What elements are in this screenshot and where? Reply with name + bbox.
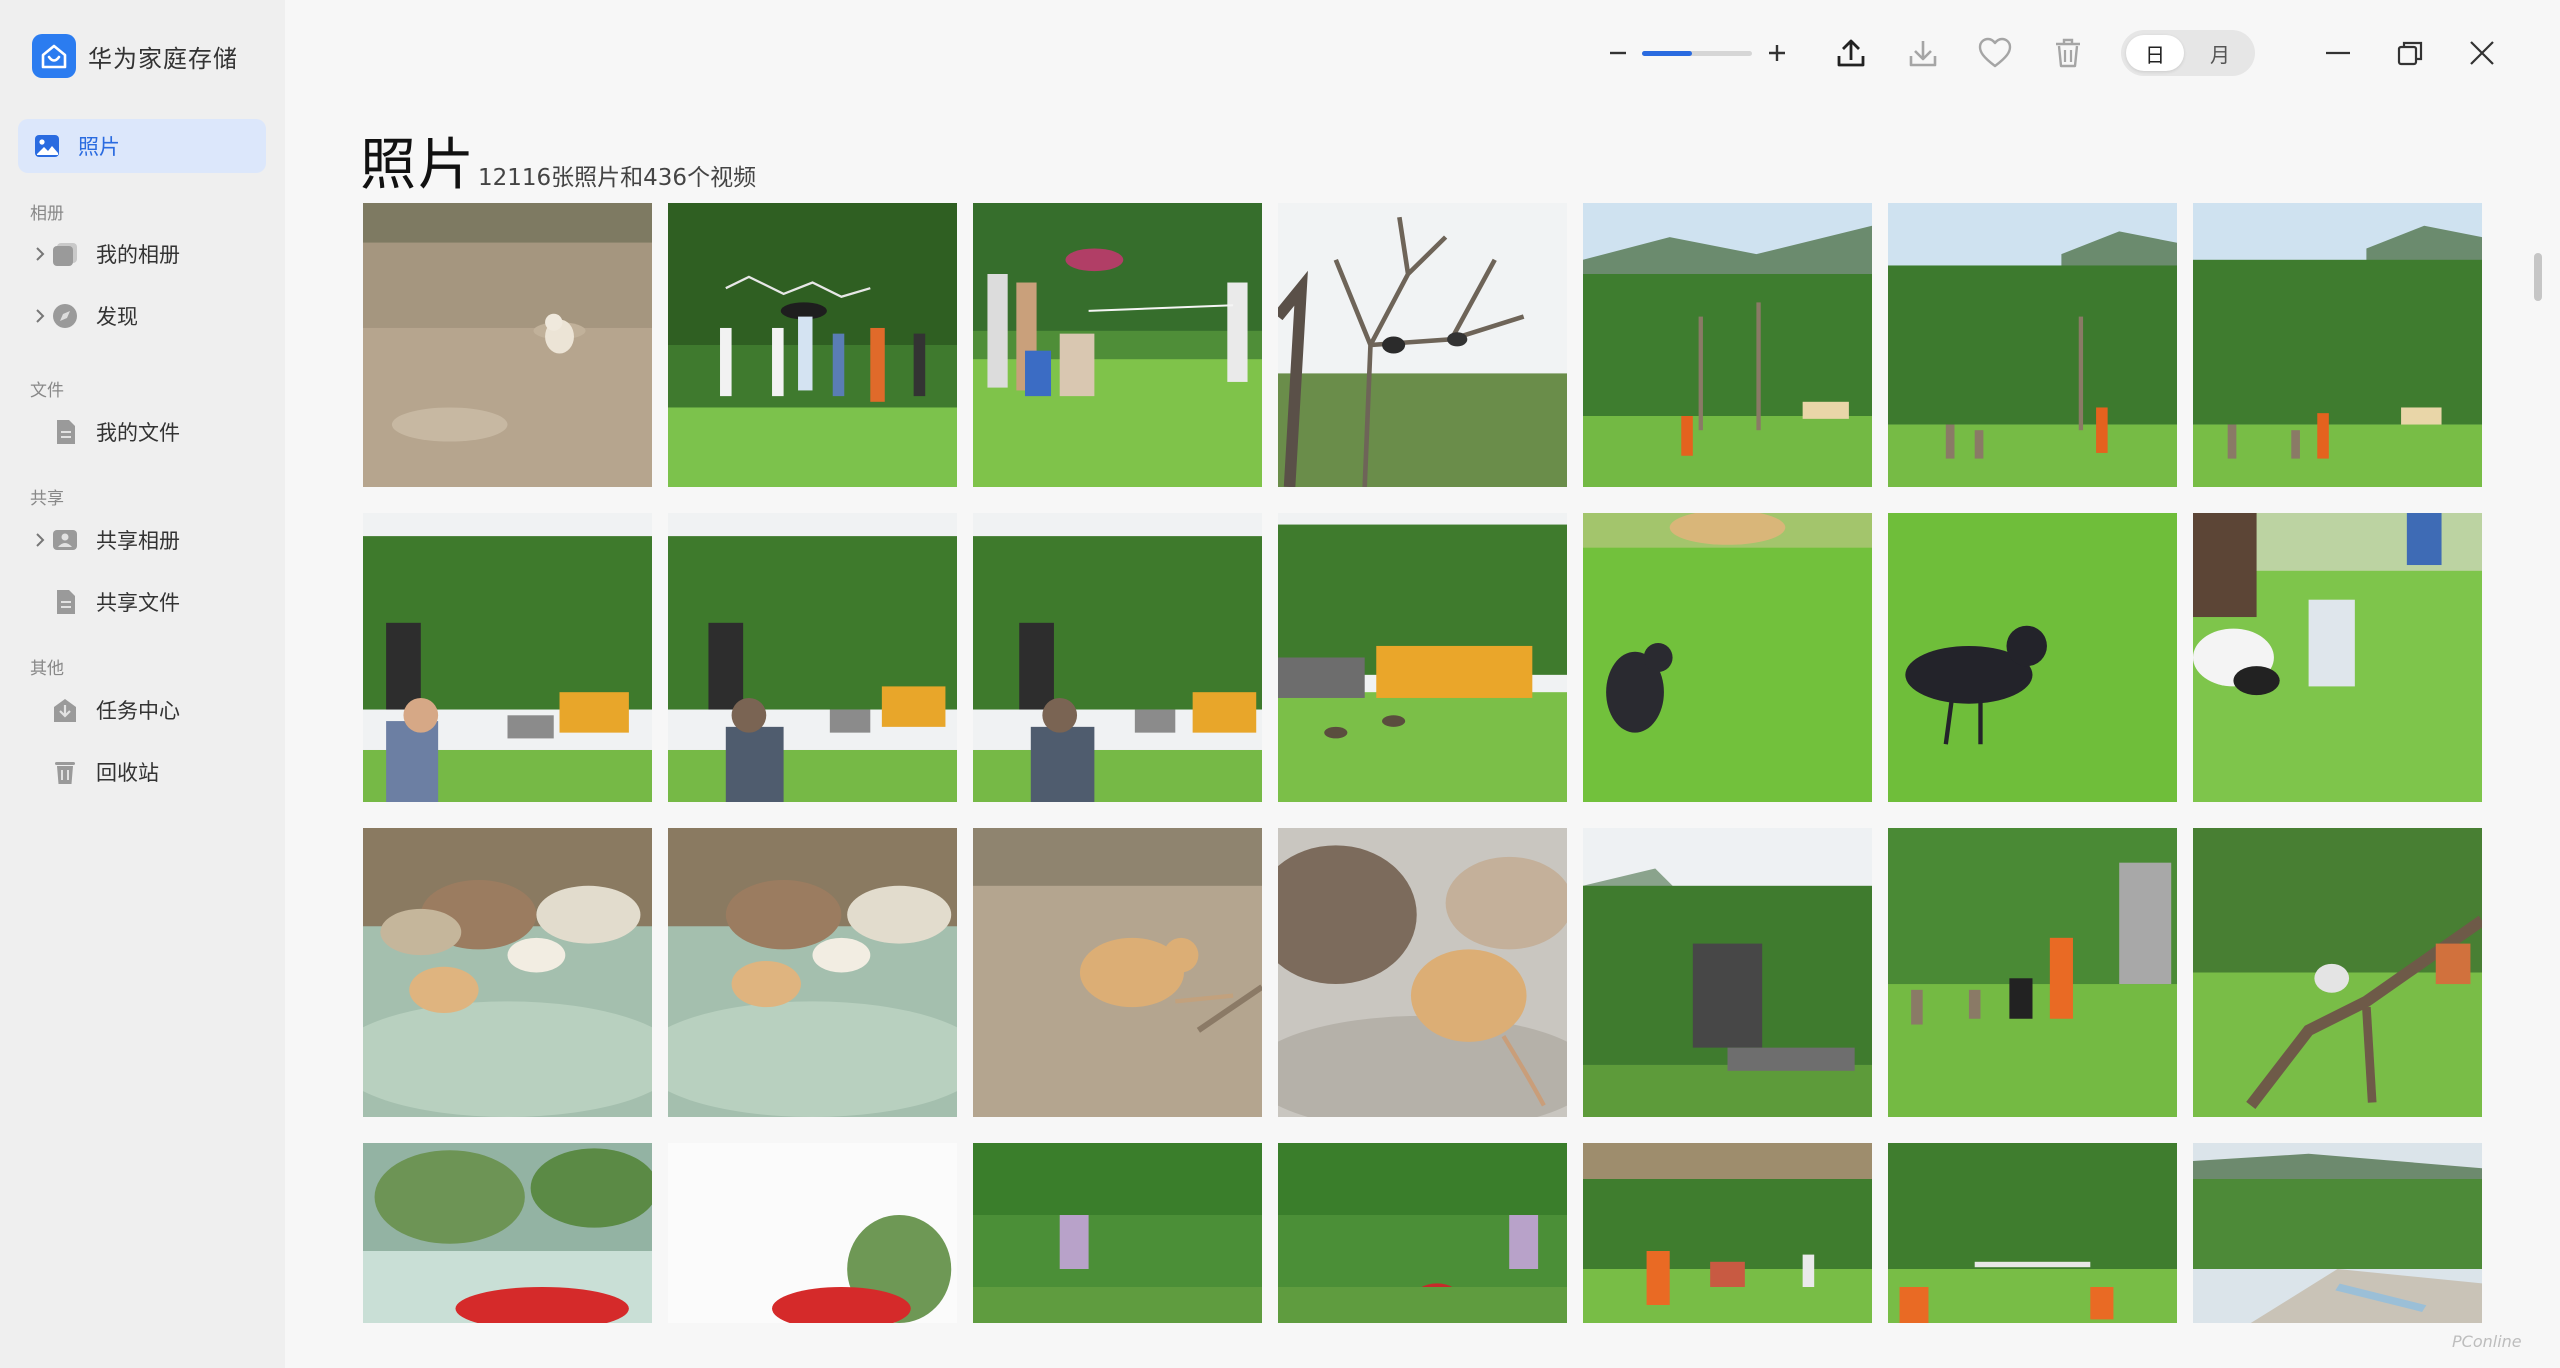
album-icon: [50, 239, 80, 269]
sidebar-item-label: 回收站: [96, 761, 159, 785]
photo-thumbnail[interactable]: [1888, 513, 2177, 802]
view-toggle-month[interactable]: 月: [2191, 35, 2249, 71]
sidebar-item-label: 共享相册: [96, 529, 180, 553]
sidebar-item-recycle-bin[interactable]: 回收站: [18, 745, 266, 799]
photo-thumbnail[interactable]: [2193, 1143, 2482, 1323]
delete-icon: [2056, 38, 2080, 68]
sidebar-item-label: 我的文件: [96, 421, 180, 445]
photo-thumbnail[interactable]: [973, 828, 1262, 1117]
chevron-right-icon[interactable]: [30, 306, 50, 326]
photo-thumbnail[interactable]: [1278, 828, 1567, 1117]
app-name: 华为家庭存储: [88, 44, 238, 73]
photo-thumbnail[interactable]: [363, 513, 652, 802]
zoom-in-button[interactable]: [1757, 33, 1797, 73]
photo-thumbnail[interactable]: [973, 203, 1262, 487]
view-toggle-day[interactable]: 日: [2126, 35, 2184, 71]
download-button[interactable]: [1903, 33, 1943, 73]
photo-thumbnail[interactable]: [1888, 1143, 2177, 1323]
upload-icon: [1837, 39, 1865, 67]
favorite-icon: [1978, 37, 2012, 68]
sidebar-item-my-albums[interactable]: 我的相册: [18, 227, 266, 281]
restore-button[interactable]: [2390, 33, 2430, 73]
sidebar-item-label: 我的相册: [96, 243, 180, 267]
plus-icon: [1769, 45, 1785, 61]
sidebar-item-label: 发现: [96, 305, 138, 329]
page-title: 照片: [360, 133, 476, 198]
chevron-right-icon[interactable]: [30, 530, 50, 550]
sidebar-item-photos[interactable]: 照片: [18, 119, 266, 173]
zoom-out-button[interactable]: [1598, 33, 1638, 73]
photo-thumbnail[interactable]: [1583, 203, 1872, 487]
photo-thumbnail[interactable]: [363, 828, 652, 1117]
sidebar: 华为家庭存储 照片 相册 我的相册 发现 文件 我的文件 共享 共享相册 共享文…: [0, 0, 285, 1368]
delete-button[interactable]: [2048, 33, 2088, 73]
trash-icon: [50, 757, 80, 787]
shared-album-icon: [50, 525, 80, 555]
photo-thumbnail[interactable]: [363, 1143, 652, 1323]
sidebar-item-my-files[interactable]: 我的文件: [18, 405, 266, 459]
close-icon: [2470, 41, 2494, 65]
photo-thumbnail[interactable]: [2193, 203, 2482, 487]
app-brand: 华为家庭存储: [32, 34, 238, 78]
minus-icon: [1610, 51, 1626, 55]
photo-thumbnail[interactable]: [2193, 828, 2482, 1117]
photo-thumbnail[interactable]: [668, 1143, 957, 1323]
sidebar-item-discover[interactable]: 发现: [18, 289, 266, 343]
minimize-button[interactable]: [2318, 33, 2358, 73]
discover-icon: [50, 301, 80, 331]
section-label-shared: 共享: [30, 489, 64, 509]
upload-button[interactable]: [1831, 33, 1871, 73]
sidebar-item-label: 共享文件: [96, 591, 180, 615]
photo-thumbnail[interactable]: [1583, 513, 1872, 802]
favorite-button[interactable]: [1975, 33, 2015, 73]
section-label-files: 文件: [30, 381, 64, 401]
watermark: PConline: [2452, 1332, 2522, 1351]
sidebar-item-task-center[interactable]: 任务中心: [18, 683, 266, 737]
scrollbar-thumb[interactable]: [2534, 253, 2542, 301]
photo-thumbnail[interactable]: [1278, 1143, 1567, 1323]
restore-icon: [2397, 41, 2423, 66]
sidebar-item-label: 照片: [78, 135, 120, 159]
photo-thumbnail[interactable]: [1888, 203, 2177, 487]
section-label-other: 其他: [30, 659, 64, 679]
download-icon: [1909, 41, 1937, 67]
photo-thumbnail[interactable]: [363, 203, 652, 487]
photo-thumbnail[interactable]: [1583, 828, 1872, 1117]
close-button[interactable]: [2462, 33, 2502, 73]
zoom-slider[interactable]: [1642, 51, 1752, 56]
file-icon: [50, 417, 80, 447]
home-storage-logo-icon: [32, 34, 76, 78]
view-toggle: 日 月: [2121, 30, 2255, 76]
photo-thumbnail[interactable]: [668, 203, 957, 487]
photo-thumbnail[interactable]: [668, 513, 957, 802]
sidebar-item-label: 任务中心: [96, 699, 180, 723]
photo-thumbnail[interactable]: [1888, 828, 2177, 1117]
photo-thumbnail[interactable]: [2193, 513, 2482, 802]
sidebar-item-shared-files[interactable]: 共享文件: [18, 575, 266, 629]
task-icon: [50, 695, 80, 725]
photo-count-summary: 12116张照片和436个视频: [478, 165, 757, 191]
photo-thumbnail[interactable]: [973, 513, 1262, 802]
chevron-right-icon[interactable]: [30, 244, 50, 264]
shared-file-icon: [50, 587, 80, 617]
section-label-albums: 相册: [30, 204, 64, 224]
photo-thumbnail[interactable]: [1583, 1143, 1872, 1323]
photo-icon: [32, 131, 62, 161]
minimize-icon: [2326, 51, 2350, 55]
photo-grid: [363, 203, 2488, 1323]
photo-thumbnail[interactable]: [1278, 513, 1567, 802]
zoom-slider-fill: [1642, 51, 1692, 56]
photo-thumbnail[interactable]: [668, 828, 957, 1117]
sidebar-item-shared-albums[interactable]: 共享相册: [18, 513, 266, 567]
photo-thumbnail[interactable]: [973, 1143, 1262, 1323]
photo-thumbnail[interactable]: [1278, 203, 1567, 487]
